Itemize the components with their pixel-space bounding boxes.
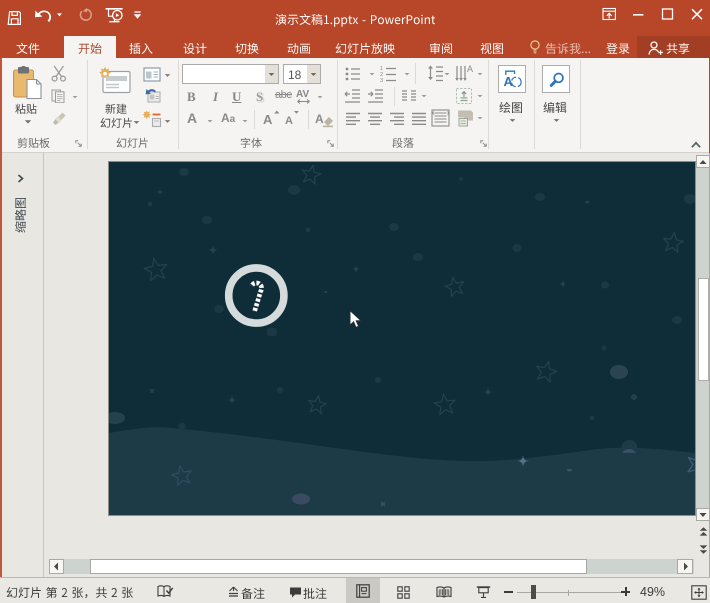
svg-text:A: A	[504, 74, 514, 89]
svg-text:A: A	[315, 112, 324, 126]
svg-text:AV: AV	[296, 89, 309, 100]
svg-text:A: A	[285, 115, 293, 127]
svg-text:A: A	[467, 64, 473, 74]
svg-text:A: A	[263, 112, 273, 127]
svg-text:3: 3	[380, 78, 383, 82]
